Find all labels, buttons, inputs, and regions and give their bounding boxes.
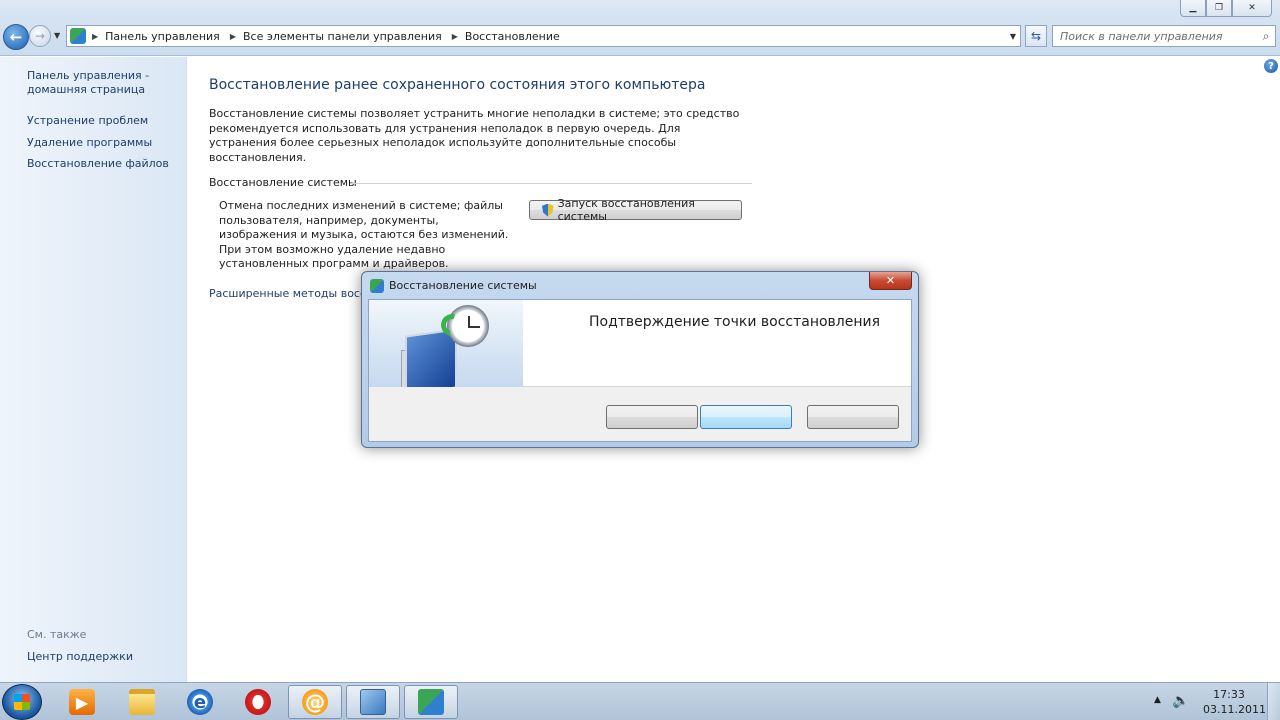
sidebar-item-home[interactable]: Панель управления - домашняя страница — [27, 69, 149, 97]
internet-explorer-icon: e — [187, 689, 213, 715]
mail-agent-icon: @ — [302, 689, 328, 715]
clock-date[interactable]: 03.11.2011 — [1203, 703, 1266, 716]
breadcrumb-separator[interactable]: ▶ — [452, 32, 458, 41]
taskbar-mail-agent[interactable]: @ — [288, 685, 342, 719]
sidebar: Панель управления - домашняя страница Ус… — [0, 57, 187, 682]
taskbar-opera[interactable] — [231, 685, 285, 719]
navigation-bar: ← → ▼ ▶ Панель управления ▶ Все элементы… — [0, 20, 1280, 56]
section-title: Восстановление системы — [209, 176, 357, 189]
media-player-icon: ▶ — [69, 689, 95, 715]
clock-minute-hand — [468, 326, 480, 328]
breadcrumb-separator[interactable]: ▶ — [230, 32, 236, 41]
launch-button-label: Запуск восстановления системы — [557, 197, 695, 223]
address-bar[interactable]: ▶ Панель управления ▶ Все элементы панел… — [66, 25, 1021, 47]
dialog-finish-button[interactable] — [700, 405, 792, 429]
see-also-heading: См. также — [27, 628, 87, 641]
caption-buttons: ▁ ❐ ✕ — [1180, 0, 1272, 17]
search-icon[interactable]: ⌕ — [1257, 29, 1275, 44]
forward-button[interactable]: → — [29, 25, 51, 47]
clock-time[interactable]: 17:33 — [1203, 688, 1255, 701]
search-placeholder: Поиск в панели управления — [1060, 29, 1223, 43]
breadcrumb-all-items[interactable]: Все элементы панели управления — [243, 30, 442, 43]
computer-monitor-icon — [405, 328, 457, 387]
dialog-body: Подтверждение точки восстановления — [368, 299, 912, 442]
dialog-content-area: Подтверждение точки восстановления — [369, 300, 911, 387]
sidebar-item-uninstall[interactable]: Удаление программы — [27, 136, 152, 150]
taskbar: ▶ e @ ▲ 🔈 17:33 03.11.2011 — [0, 682, 1280, 720]
close-window-button[interactable]: ✕ — [1232, 0, 1272, 17]
page-description: Восстановление системы позволяет устрани… — [209, 107, 740, 164]
tray-overflow-icon[interactable]: ▲ — [1154, 695, 1161, 705]
system-restore-icon — [418, 689, 444, 715]
start-button[interactable] — [2, 684, 42, 720]
maximize-button[interactable]: ❐ — [1206, 0, 1232, 17]
breadcrumb-control-panel[interactable]: Панель управления — [105, 30, 220, 43]
uac-shield-icon — [542, 203, 554, 217]
dialog-cancel-button[interactable] — [807, 405, 899, 429]
breadcrumb-separator[interactable]: ▶ — [92, 32, 98, 41]
page-title: Восстановление ранее сохраненного состоя… — [209, 77, 706, 93]
taskbar-system-restore[interactable] — [404, 685, 458, 719]
volume-icon[interactable]: 🔈 — [1172, 693, 1189, 709]
address-dropdown-icon[interactable]: ▼ — [1010, 32, 1016, 41]
help-icon[interactable]: ? — [1264, 59, 1278, 73]
sidebar-item-action-center[interactable]: Центр поддержки — [27, 650, 133, 664]
windows-logo-icon — [14, 694, 30, 710]
taskbar-control-panel[interactable] — [346, 685, 400, 719]
show-desktop-button[interactable] — [1267, 683, 1280, 720]
window-title-bar: ▁ ❐ ✕ — [0, 0, 1280, 20]
recent-pages-dropdown[interactable]: ▼ — [54, 31, 60, 40]
section-divider — [350, 183, 752, 184]
system-restore-dialog: Восстановление системы ✕ Подтверждение т… — [361, 271, 919, 448]
dialog-heading: Подтверждение точки восстановления — [589, 314, 881, 330]
sidebar-item-file-recovery[interactable]: Восстановление файлов — [27, 157, 169, 171]
opera-icon — [245, 689, 271, 715]
control-panel-icon — [360, 689, 386, 715]
sidebar-item-home-line1: Панель управления - — [27, 69, 150, 82]
taskbar-internet-explorer[interactable]: e — [173, 685, 227, 719]
sidebar-item-home-line2: домашняя страница — [27, 83, 146, 96]
taskbar-explorer[interactable] — [115, 685, 169, 719]
minimize-button[interactable]: ▁ — [1180, 0, 1206, 17]
folder-icon — [129, 689, 155, 715]
dialog-close-button[interactable]: ✕ — [869, 272, 912, 290]
search-input[interactable]: Поиск в панели управления ⌕ — [1052, 25, 1276, 47]
control-panel-icon — [70, 28, 86, 44]
back-button[interactable]: ← — [3, 24, 29, 50]
taskbar-media-player[interactable]: ▶ — [55, 685, 109, 719]
advanced-recovery-link[interactable]: Расширенные методы восста — [209, 287, 379, 300]
system-restore-icon — [370, 279, 384, 293]
refresh-button[interactable]: ⇆ — [1025, 25, 1047, 47]
dialog-back-button[interactable] — [606, 405, 698, 429]
launch-system-restore-button[interactable]: Запуск восстановления системы — [529, 197, 742, 223]
dialog-illustration — [369, 300, 523, 387]
dialog-title: Восстановление системы — [389, 279, 537, 292]
breadcrumb-recovery[interactable]: Восстановление — [465, 30, 560, 43]
section-description: Отмена последних изменений в системе; фа… — [219, 199, 509, 270]
sidebar-item-troubleshooting[interactable]: Устранение проблем — [27, 114, 148, 128]
